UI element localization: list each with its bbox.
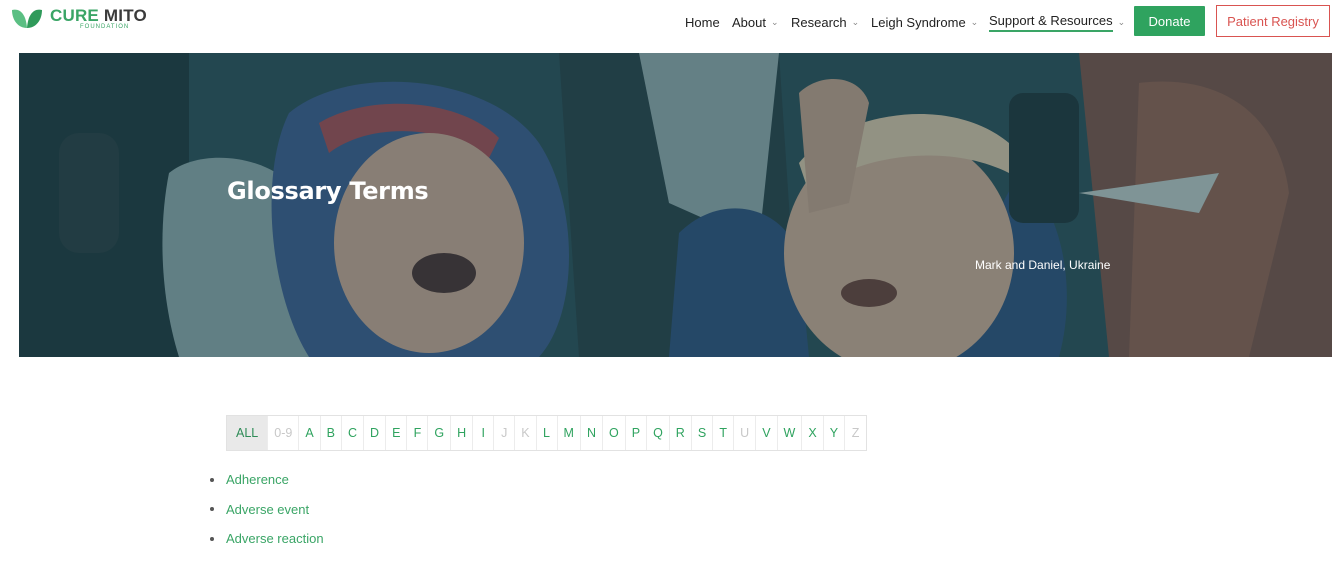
nav-item-home[interactable]: Home: [685, 12, 720, 32]
letter-filter-j: J: [494, 416, 516, 450]
letter-filter-s[interactable]: S: [692, 416, 714, 450]
letter-filter-i[interactable]: I: [473, 416, 495, 450]
nav-item-research[interactable]: Research ⌄: [791, 12, 859, 32]
glossary-term-item: Adverse event: [210, 502, 324, 517]
bullet-icon: [210, 477, 214, 482]
chevron-down-icon: ⌄: [1117, 16, 1126, 27]
letter-filter-q[interactable]: Q: [647, 416, 670, 450]
nav-research-label: Research: [791, 14, 847, 30]
nav-support-label: Support & Resources: [989, 13, 1113, 32]
brand-name-part2: MITO: [103, 6, 147, 25]
nav-item-leigh-syndrome[interactable]: Leigh Syndrome ⌄: [871, 12, 978, 32]
letter-filter-0-9: 0-9: [268, 416, 300, 450]
donate-button[interactable]: Donate: [1134, 6, 1205, 36]
letter-filter-n[interactable]: N: [581, 416, 603, 450]
letter-filter-b[interactable]: B: [321, 416, 343, 450]
bullet-icon: [210, 507, 214, 511]
nav-item-about[interactable]: About ⌄: [732, 12, 779, 32]
letter-filter-e[interactable]: E: [386, 416, 408, 450]
letter-filter-all[interactable]: ALL: [227, 416, 269, 450]
chevron-down-icon: ⌄: [970, 16, 979, 27]
glossary-term-link[interactable]: Adverse reaction: [226, 531, 324, 546]
glossary-term-link[interactable]: Adherence: [226, 472, 289, 487]
glossary-alphabet-filter: ALL 0-9 A B C D E F G H I J K L M N O P Q R S T U V W X Y Z: [226, 415, 868, 451]
letter-filter-h[interactable]: H: [451, 416, 474, 450]
brand-name-part1: CURE: [50, 6, 99, 25]
glossary-term-item: Adverse reaction: [210, 531, 324, 546]
letter-filter-v[interactable]: V: [756, 416, 778, 450]
letter-filter-o[interactable]: O: [603, 416, 626, 450]
glossary-term-item: Adherence: [210, 472, 324, 487]
letter-filter-f[interactable]: F: [407, 416, 429, 450]
letter-filter-y[interactable]: Y: [824, 416, 846, 450]
letter-filter-m[interactable]: M: [558, 416, 581, 450]
letter-filter-t[interactable]: T: [713, 416, 735, 450]
letter-filter-a[interactable]: A: [299, 416, 321, 450]
page-title: Glossary Terms: [227, 177, 429, 205]
letter-filter-l[interactable]: L: [537, 416, 558, 450]
hero-banner: Glossary Terms Mark and Daniel, Ukraine: [19, 53, 1332, 357]
site-header: CURE MITO FOUNDATION Home About ⌄ Resear…: [0, 0, 1332, 44]
nav-leigh-label: Leigh Syndrome: [871, 14, 966, 30]
glossary-term-link[interactable]: Adverse event: [226, 502, 309, 517]
letter-filter-u: U: [734, 416, 757, 450]
patient-registry-button[interactable]: Patient Registry: [1216, 5, 1330, 37]
letter-filter-p[interactable]: P: [626, 416, 648, 450]
glossary-term-list: Adherence Adverse event Adverse reaction: [210, 472, 324, 561]
brand-subtitle: FOUNDATION: [80, 24, 130, 30]
letter-filter-x[interactable]: X: [802, 416, 824, 450]
chevron-down-icon: ⌄: [851, 16, 860, 27]
letter-filter-r[interactable]: R: [670, 416, 692, 450]
bullet-icon: [210, 536, 214, 541]
letter-filter-z: Z: [851, 426, 860, 440]
nav-home-label: Home: [685, 14, 720, 30]
letter-filter-g[interactable]: G: [428, 416, 452, 450]
nav-about-label: About: [732, 14, 766, 30]
chevron-down-icon: ⌄: [770, 16, 779, 27]
site-logo[interactable]: CURE MITO FOUNDATION: [10, 6, 147, 32]
leaf-logo-icon: [10, 6, 44, 32]
letter-filter-k: K: [515, 416, 537, 450]
letter-filter-c[interactable]: C: [342, 416, 365, 450]
letter-filter-w[interactable]: W: [778, 416, 803, 450]
hero-caption: Mark and Daniel, Ukraine: [975, 258, 1111, 272]
nav-item-support-resources[interactable]: Support & Resources ⌄: [989, 12, 1125, 32]
hero-overlay: [19, 53, 1332, 357]
letter-filter-d[interactable]: D: [364, 416, 387, 450]
